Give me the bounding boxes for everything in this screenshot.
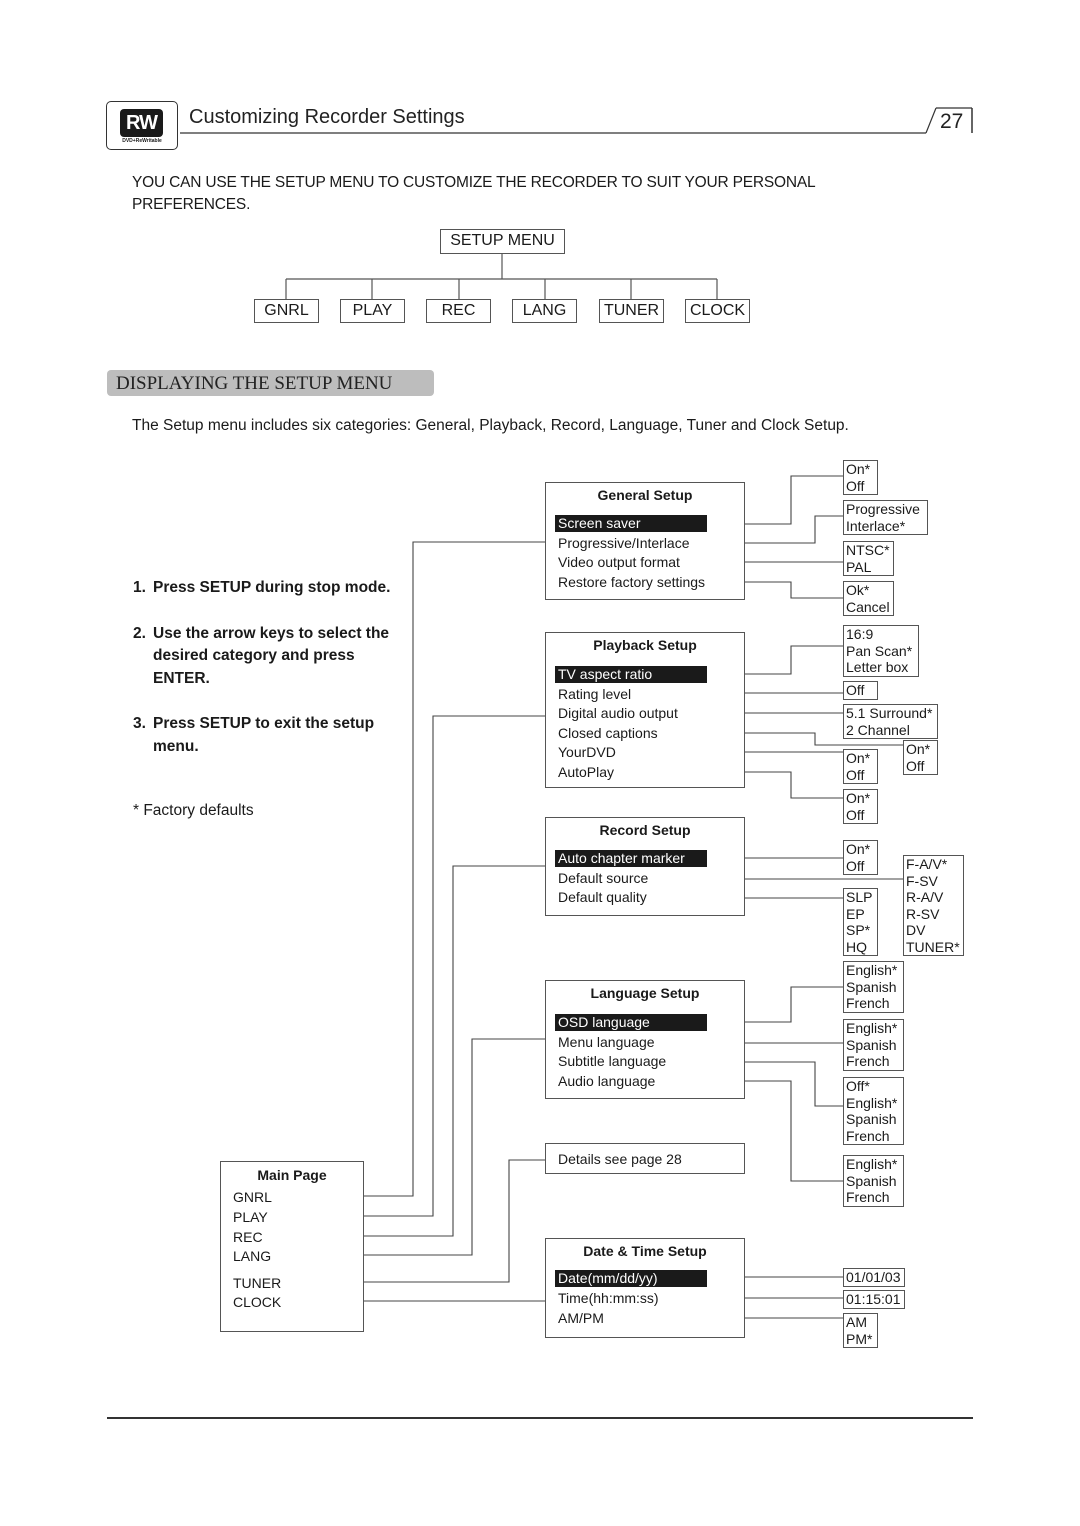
- clock-item-time: Time(hh:mm:ss): [558, 1290, 659, 1306]
- playback-item-rating-level: Rating level: [558, 686, 632, 702]
- main-page-item-lang: LANG: [233, 1248, 272, 1264]
- language-setup-title: Language Setup: [590, 985, 700, 1001]
- option-box-osd-language: English* Spanish French: [843, 961, 904, 1013]
- option-box-default-quality: SLP EP SP* HQ: [843, 888, 878, 956]
- playback-item-yourdvd: YourDVD: [558, 744, 616, 760]
- general-item-progressive-interlace: Progressive/Interlace: [558, 535, 690, 551]
- playback-setup-panel: Playback Setup TV aspect ratio Rating le…: [545, 632, 745, 788]
- option-box-date: 01/01/03: [843, 1268, 905, 1287]
- record-item-default-source: Default source: [558, 870, 649, 886]
- record-item-default-quality: Default quality: [558, 889, 647, 905]
- option-box-ampm: AM PM*: [843, 1313, 878, 1348]
- playback-item-digital-audio: Digital audio output: [558, 705, 678, 721]
- option-box-digital-audio: 5.1 Surround* 2 Channel: [843, 704, 938, 739]
- main-page-item-play: PLAY: [233, 1209, 268, 1225]
- language-setup-panel: Language Setup OSD language Menu languag…: [545, 980, 745, 1099]
- playback-setup-title: Playback Setup: [593, 637, 697, 653]
- main-page-item-rec: REC: [233, 1229, 263, 1245]
- footer-rule: [107, 1417, 973, 1419]
- main-page-panel: Main Page GNRL PLAY REC LANG TUNER CLOCK: [220, 1161, 364, 1332]
- option-box-autoplay: On* Off: [843, 789, 878, 824]
- option-box-time: 01:15:01: [843, 1290, 905, 1309]
- general-item-video-output-format: Video output format: [558, 554, 680, 570]
- option-box-progressive: Progressive Interlace*: [843, 500, 928, 535]
- option-box-audio-language: English* Spanish French: [843, 1155, 904, 1207]
- general-item-restore-factory: Restore factory settings: [558, 574, 706, 590]
- main-page-item-tuner: TUNER: [233, 1275, 282, 1291]
- option-box-video-format: NTSC* PAL: [843, 541, 894, 576]
- main-page-title: Main Page: [257, 1167, 327, 1183]
- tuner-details-text: Details see page 28: [558, 1151, 682, 1167]
- clock-setup-title: Date & Time Setup: [583, 1243, 707, 1259]
- option-box-yourdvd: On* Off: [843, 749, 878, 784]
- option-box-screen-saver: On* Off: [843, 460, 878, 495]
- clock-item-date: Date(mm/dd/yy): [555, 1270, 707, 1287]
- clock-setup-panel: Date & Time Setup Date(mm/dd/yy) Time(hh…: [545, 1238, 745, 1338]
- general-item-screen-saver: Screen saver: [555, 515, 707, 532]
- playback-item-closed-captions: Closed captions: [558, 725, 658, 741]
- language-item-menu: Menu language: [558, 1034, 655, 1050]
- clock-item-ampm: AM/PM: [558, 1310, 604, 1326]
- record-setup-panel: Record Setup Auto chapter marker Default…: [545, 817, 745, 916]
- option-box-closed-captions: On* Off: [903, 740, 938, 775]
- playback-item-autoplay: AutoPlay: [558, 764, 615, 780]
- option-box-subtitle-language: Off* English* Spanish French: [843, 1077, 904, 1145]
- language-item-audio: Audio language: [558, 1073, 656, 1089]
- record-setup-title: Record Setup: [599, 822, 691, 838]
- main-page-item-gnrl: GNRL: [233, 1189, 272, 1205]
- option-box-rating: Off: [843, 681, 878, 700]
- general-setup-title: General Setup: [597, 487, 693, 503]
- tuner-setup-panel: Details see page 28: [545, 1143, 745, 1174]
- main-page-item-clock: CLOCK: [233, 1294, 282, 1310]
- option-box-menu-language: English* Spanish French: [843, 1019, 904, 1071]
- option-box-restore: Ok* Cancel: [843, 581, 894, 616]
- record-item-auto-chapter: Auto chapter marker: [555, 850, 707, 867]
- option-box-tv-aspect: 16:9 Pan Scan* Letter box: [843, 625, 919, 677]
- option-box-auto-chapter: On* Off: [843, 840, 878, 875]
- general-setup-panel: General Setup Screen saver Progressive/I…: [545, 482, 745, 600]
- language-item-osd: OSD language: [555, 1014, 707, 1031]
- language-item-subtitle: Subtitle language: [558, 1053, 667, 1069]
- option-box-default-source: F-A/V* F-SV R-A/V R-SV DV TUNER*: [903, 855, 964, 956]
- playback-item-tv-aspect: TV aspect ratio: [555, 666, 707, 683]
